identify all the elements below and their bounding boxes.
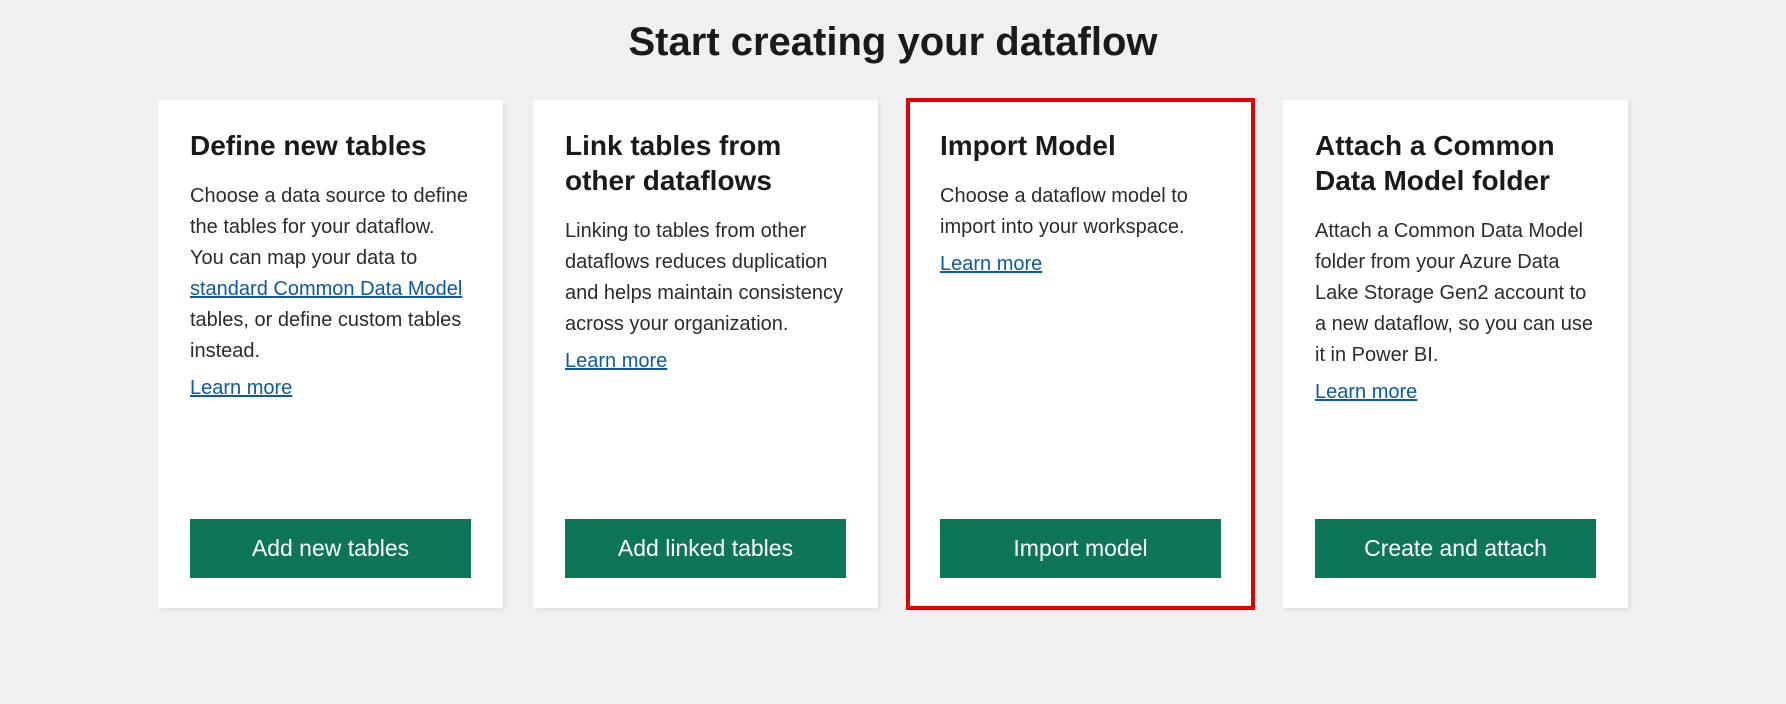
learn-more-link[interactable]: Learn more (565, 350, 846, 373)
learn-more-link[interactable]: Learn more (1315, 381, 1596, 404)
create-and-attach-button[interactable]: Create and attach (1315, 519, 1596, 578)
card-attach-cdm-folder: Attach a Common Data Model folder Attach… (1283, 100, 1628, 608)
card-import-model: Import Model Choose a dataflow model to … (908, 100, 1253, 608)
learn-more-link[interactable]: Learn more (190, 377, 471, 400)
spacer (565, 373, 846, 489)
page-title: Start creating your dataflow (30, 20, 1756, 65)
card-description: Attach a Common Data Model folder from y… (1315, 216, 1596, 371)
add-new-tables-button[interactable]: Add new tables (190, 519, 471, 578)
card-title: Link tables from other dataflows (565, 128, 846, 198)
add-linked-tables-button[interactable]: Add linked tables (565, 519, 846, 578)
card-title: Attach a Common Data Model folder (1315, 128, 1596, 198)
card-link-tables: Link tables from other dataflows Linking… (533, 100, 878, 608)
card-description-pre: Linking to tables from other dataflows r… (565, 220, 843, 335)
card-title: Define new tables (190, 128, 471, 163)
card-description-pre: Choose a data source to define the table… (190, 185, 468, 269)
spacer (940, 276, 1221, 489)
cards-container: Define new tables Choose a data source t… (30, 100, 1756, 608)
card-description-post: tables, or define custom tables instead. (190, 309, 461, 362)
card-description-pre: Attach a Common Data Model folder from y… (1315, 220, 1593, 366)
card-define-new-tables: Define new tables Choose a data source t… (158, 100, 503, 608)
card-description-pre: Choose a dataflow model to import into y… (940, 185, 1188, 238)
import-model-button[interactable]: Import model (940, 519, 1221, 578)
learn-more-link[interactable]: Learn more (940, 253, 1221, 276)
spacer (1315, 404, 1596, 489)
cdm-link[interactable]: standard Common Data Model (190, 278, 462, 300)
card-description: Linking to tables from other dataflows r… (565, 216, 846, 340)
card-description: Choose a data source to define the table… (190, 181, 471, 367)
card-description: Choose a dataflow model to import into y… (940, 181, 1221, 243)
card-title: Import Model (940, 128, 1221, 163)
spacer (190, 400, 471, 489)
